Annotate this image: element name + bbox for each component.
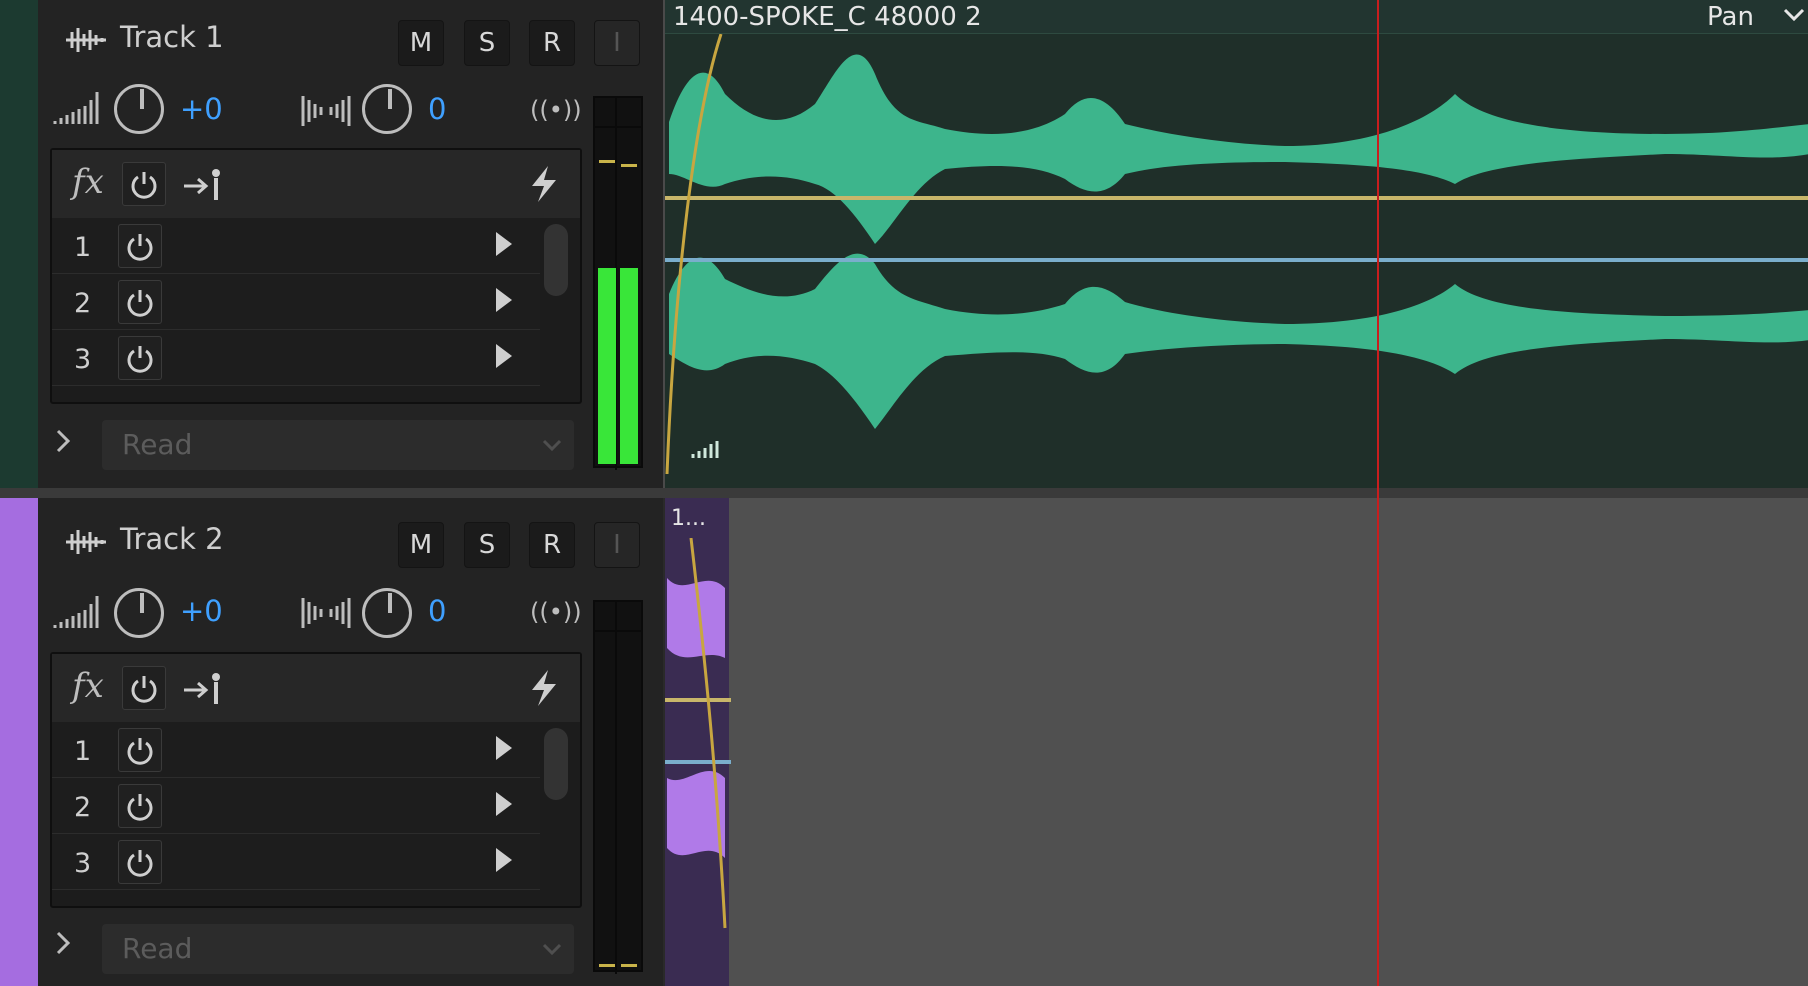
track-2-waveform — [665, 538, 731, 929]
fx-power-icon[interactable] — [122, 162, 166, 206]
automation-mode-value: Read — [122, 428, 193, 461]
fx-slot-number: 1 — [74, 736, 92, 767]
track-name[interactable]: Track 2 — [120, 522, 224, 556]
slot-power-icon[interactable] — [118, 336, 162, 380]
meter-left-bar — [598, 268, 616, 464]
waveform-icon — [66, 28, 106, 52]
fx-slot-number: 3 — [74, 848, 92, 879]
stereo-balance-icon — [301, 96, 351, 126]
lightning-icon[interactable] — [526, 164, 562, 204]
waveform-icon — [66, 530, 106, 554]
volume-knob[interactable] — [114, 588, 164, 638]
clip-name: 1400-SPOKE_C 48000 2 — [673, 2, 982, 32]
mute-button[interactable]: M — [398, 522, 444, 568]
track-2-level-meter — [593, 600, 643, 974]
track-1-clip[interactable]: 1400-SPOKE_C 48000 2 Pan — [663, 0, 1808, 488]
slot-expand-icon[interactable] — [496, 848, 512, 872]
track-1-level-meter — [593, 96, 643, 470]
chevron-down-icon[interactable] — [1783, 8, 1805, 22]
automation-mode-select[interactable]: Read — [102, 924, 574, 974]
slot-expand-icon[interactable] — [496, 736, 512, 760]
fx-routing-icon[interactable] — [182, 670, 226, 706]
track-1-header: Track 1 M S R I +0 0 ((•)) fx 1 2 3 Read — [0, 0, 663, 488]
record-arm-button[interactable]: R — [529, 522, 575, 568]
slot-expand-icon[interactable] — [496, 792, 512, 816]
track-1-clip-lane: 1400-SPOKE_C 48000 2 Pan — [663, 0, 1808, 488]
output-routing-icon[interactable]: ((•)) — [530, 598, 582, 626]
fx-power-icon[interactable] — [122, 666, 166, 710]
automation-expand-icon[interactable] — [54, 930, 72, 956]
pan-knob[interactable] — [362, 588, 412, 638]
fx-rack: fx 1 2 3 — [50, 148, 582, 404]
slot-expand-icon[interactable] — [496, 344, 512, 368]
volume-icon — [53, 596, 99, 628]
fx-label: fx — [72, 162, 104, 202]
track-1-color-strip[interactable] — [0, 0, 38, 488]
chevron-down-icon — [542, 439, 562, 452]
pan-knob[interactable] — [362, 84, 412, 134]
track-1-waveform — [665, 34, 1808, 474]
slot-power-icon[interactable] — [118, 784, 162, 828]
volume-value[interactable]: +0 — [180, 594, 223, 628]
playhead[interactable] — [1377, 0, 1379, 986]
track-2-clip-lane: 1... — [663, 498, 1808, 986]
slot-power-icon[interactable] — [118, 840, 162, 884]
track-2-color-strip[interactable] — [0, 498, 38, 986]
record-arm-button[interactable]: R — [529, 20, 575, 66]
input-monitor-button[interactable]: I — [594, 522, 640, 568]
fx-label: fx — [72, 666, 104, 706]
fx-rack-scrollbar[interactable] — [544, 224, 568, 296]
solo-button[interactable]: S — [464, 20, 510, 66]
lane-param-label[interactable]: Pan — [1707, 2, 1754, 32]
track-name[interactable]: Track 1 — [120, 20, 224, 54]
volume-value[interactable]: +0 — [180, 92, 223, 126]
pan-value[interactable]: 0 — [428, 594, 446, 628]
output-routing-icon[interactable]: ((•)) — [530, 96, 582, 124]
automation-mode-value: Read — [122, 932, 193, 965]
stereo-balance-icon — [301, 598, 351, 628]
slot-expand-icon[interactable] — [496, 288, 512, 312]
meter-right-bar — [620, 268, 638, 464]
slot-power-icon[interactable] — [118, 728, 162, 772]
fx-slot-number: 1 — [74, 232, 92, 263]
slot-expand-icon[interactable] — [496, 232, 512, 256]
lightning-icon[interactable] — [526, 668, 562, 708]
pan-value[interactable]: 0 — [428, 92, 446, 126]
input-monitor-button[interactable]: I — [594, 20, 640, 66]
volume-knob[interactable] — [114, 84, 164, 134]
automation-expand-icon[interactable] — [54, 428, 72, 454]
slot-power-icon[interactable] — [118, 280, 162, 324]
fx-routing-icon[interactable] — [182, 166, 226, 202]
fx-slot-number: 2 — [74, 288, 92, 319]
fx-slot-number: 2 — [74, 792, 92, 823]
fx-rack: fx 1 2 3 — [50, 652, 582, 908]
fx-rack-scrollbar[interactable] — [544, 728, 568, 800]
solo-button[interactable]: S — [464, 522, 510, 568]
slot-power-icon[interactable] — [118, 224, 162, 268]
mute-button[interactable]: M — [398, 20, 444, 66]
clip-name: 1... — [671, 506, 706, 531]
automation-mode-select[interactable]: Read — [102, 420, 574, 470]
volume-icon — [53, 92, 99, 124]
fx-slot-number: 3 — [74, 344, 92, 375]
track-2-header: Track 2 M S R I +0 0 ((•)) fx 1 2 3 Read — [0, 498, 663, 986]
chevron-down-icon — [542, 943, 562, 956]
track-2-clip[interactable]: 1... — [663, 498, 731, 986]
